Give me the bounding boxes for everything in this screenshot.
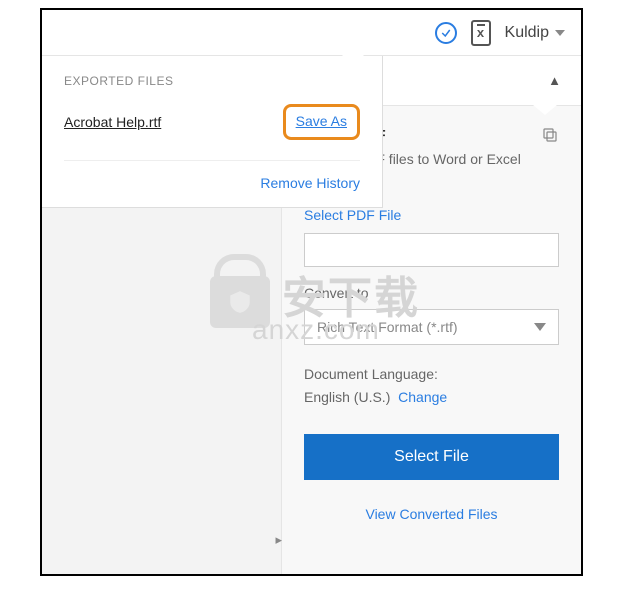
convert-to-label: Convert to	[304, 285, 559, 301]
exported-file-row: Acrobat Help.rtf Save As	[64, 104, 360, 161]
language-row: Document Language: English (U.S.) Change	[304, 363, 559, 408]
popover-heading: EXPORTED FILES	[64, 74, 360, 88]
save-as-link[interactable]: Save As	[296, 113, 347, 129]
view-converted-link[interactable]: View Converted Files	[365, 506, 497, 522]
chevron-up-icon: ▲	[548, 73, 561, 88]
user-menu[interactable]: Kuldip	[505, 24, 565, 42]
remove-history-link[interactable]: Remove History	[260, 175, 360, 191]
format-value: Rich Text Format (*.rtf)	[317, 319, 458, 335]
chevron-down-icon	[555, 30, 565, 36]
save-as-highlight: Save As	[283, 104, 360, 140]
copy-icon[interactable]	[541, 126, 559, 144]
file-input[interactable]	[304, 233, 559, 267]
user-name: Kuldip	[505, 24, 549, 42]
language-label: Document Language:	[304, 366, 438, 382]
popover-footer: Remove History	[64, 161, 360, 193]
tasks-complete-icon[interactable]	[435, 22, 457, 44]
language-value: English (U.S.)	[304, 389, 390, 405]
exported-files-popover: EXPORTED FILES Acrobat Help.rtf Save As …	[42, 56, 383, 208]
exported-file-link[interactable]: Acrobat Help.rtf	[64, 114, 161, 130]
select-pdf-link[interactable]: Select PDF File	[304, 207, 559, 223]
chevron-down-icon	[534, 323, 546, 331]
top-toolbar: x Kuldip	[42, 10, 581, 56]
select-file-button[interactable]: Select File	[304, 434, 559, 480]
mobile-icon[interactable]: x	[471, 20, 491, 46]
app-window: x Kuldip ▸ Export PDF ▲ Export PDF Conve	[40, 8, 583, 576]
change-language-link[interactable]: Change	[398, 389, 447, 405]
format-select[interactable]: Rich Text Format (*.rtf)	[304, 309, 559, 345]
